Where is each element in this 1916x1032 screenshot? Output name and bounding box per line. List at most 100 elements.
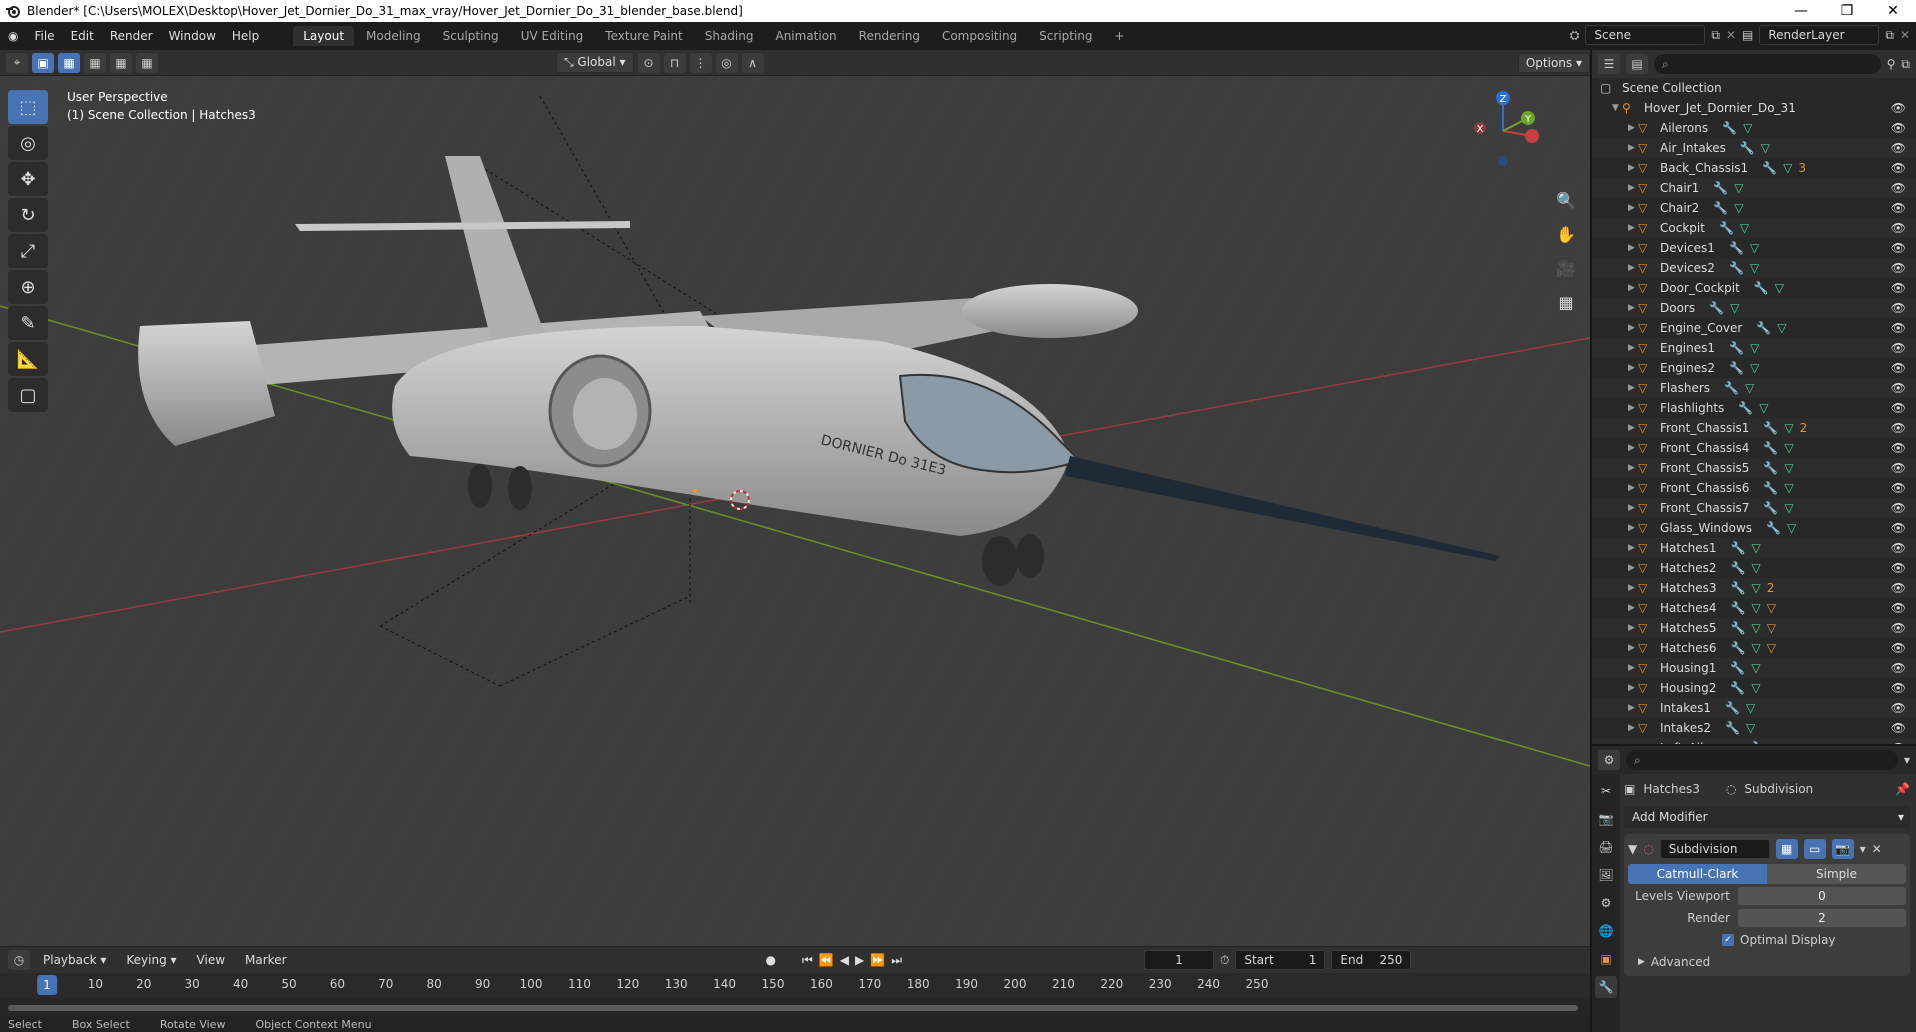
mesh-data-icon[interactable]: ▽ xyxy=(1740,221,1749,235)
render-layer-field[interactable]: RenderLayer xyxy=(1759,25,1880,45)
outliner-item[interactable]: ▶ ▽ Door_Cockpit 🔧 ▽ 👁 xyxy=(1592,278,1916,298)
visibility-eye-icon[interactable]: 👁 xyxy=(1891,121,1906,135)
outliner-item[interactable]: ▶ ▽ Front_Chassis1 🔧 ▽ 2 👁 xyxy=(1592,418,1916,438)
visibility-eye-icon[interactable]: 👁 xyxy=(1891,141,1906,155)
timeline-track[interactable] xyxy=(0,999,1590,1017)
visibility-eye-icon[interactable]: 👁 xyxy=(1891,541,1906,555)
outliner-item[interactable]: ▶ ▽ Front_Chassis4 🔧 ▽ 👁 xyxy=(1592,438,1916,458)
material-count-badge[interactable]: 2 xyxy=(1800,421,1808,435)
mesh-data-icon[interactable]: ▽ xyxy=(1787,521,1796,535)
expand-arrow-icon[interactable]: ▶ xyxy=(1628,283,1638,293)
mesh-data-icon[interactable]: ▽ xyxy=(1750,341,1759,355)
catmull-clark-option[interactable]: Catmull-Clark xyxy=(1628,864,1767,884)
delete-modifier-icon[interactable]: ✕ xyxy=(1872,842,1882,856)
outliner-item[interactable]: ▶ ▽ Air_Intakes 🔧 ▽ 👁 xyxy=(1592,138,1916,158)
expand-arrow-icon[interactable]: ▶ xyxy=(1628,223,1638,233)
expand-arrow-icon[interactable]: ▶ xyxy=(1628,363,1638,373)
advanced-expand-icon[interactable]: ▶ xyxy=(1638,957,1645,967)
mesh-data-icon[interactable]: ▽ xyxy=(1752,581,1761,595)
add-workspace-icon[interactable]: + xyxy=(1105,26,1135,46)
visibility-eye-icon[interactable]: 👁 xyxy=(1891,241,1906,255)
mesh-data-icon[interactable]: ▽ xyxy=(1730,301,1739,315)
visibility-eye-icon[interactable]: 👁 xyxy=(1891,661,1906,675)
modifier-wrench-icon[interactable]: 🔧 xyxy=(1724,381,1739,395)
tab-sculpting[interactable]: Sculpting xyxy=(433,26,509,46)
outliner-item[interactable]: ▶ ▽ Back_Chassis1 🔧 ▽ 3 👁 xyxy=(1592,158,1916,178)
visibility-eye-icon[interactable]: 👁 xyxy=(1891,161,1906,175)
add-modifier-dropdown[interactable]: Add Modifier ▾ xyxy=(1624,806,1910,828)
camera-view-icon[interactable]: 🎥 xyxy=(1552,254,1580,282)
visibility-eye-icon[interactable]: 👁 xyxy=(1891,181,1906,195)
new-collection-icon[interactable]: ⧉ xyxy=(1901,57,1910,72)
editor-type-icon[interactable]: ⌖ xyxy=(6,52,28,73)
collapse-arrow-icon[interactable]: ▼ xyxy=(1628,842,1637,856)
outliner-item[interactable]: ▶ ▽ Hatches4 🔧 ▽ ▽ 👁 xyxy=(1592,598,1916,618)
modifier-wrench-icon[interactable]: 🔧 xyxy=(1763,501,1778,515)
proportional-edit-icon[interactable]: ◎ xyxy=(715,52,738,73)
mesh-data-icon[interactable]: ▽ xyxy=(1784,501,1793,515)
scale-tool-icon[interactable]: ⤢ xyxy=(8,234,48,268)
visibility-eye-icon[interactable]: 👁 xyxy=(1891,221,1906,235)
outliner-item[interactable]: ▶ ▽ Devices2 🔧 ▽ 👁 xyxy=(1592,258,1916,278)
prev-keyframe-icon[interactable]: ⏪ xyxy=(819,953,834,967)
mesh-data-icon[interactable]: ▽ xyxy=(1752,601,1761,615)
properties-search-input[interactable]: ⌕ xyxy=(1626,750,1898,770)
mesh-data-icon[interactable]: ▽ xyxy=(1761,141,1770,155)
expand-arrow-icon[interactable]: ▶ xyxy=(1628,723,1638,733)
zoom-icon[interactable]: 🔍 xyxy=(1552,186,1580,214)
outliner-item[interactable]: ▶ ▽ Chair1 🔧 ▽ 👁 xyxy=(1592,178,1916,198)
outliner-item[interactable]: ▶ ▽ Hatches3 🔧 ▽ 2 👁 xyxy=(1592,578,1916,598)
view-layer-tab-icon[interactable]: 🖼 xyxy=(1595,864,1617,886)
select-box-tool-icon[interactable]: ⬚ xyxy=(8,90,48,124)
expand-arrow-icon[interactable]: ▶ xyxy=(1628,703,1638,713)
modifier-wrench-icon[interactable]: 🔧 xyxy=(1730,681,1745,695)
outliner-item[interactable]: ▶ ▽ Glass_Windows 🔧 ▽ 👁 xyxy=(1592,518,1916,538)
measure-tool-icon[interactable]: 📐 xyxy=(8,342,48,376)
play-icon[interactable]: ▶ xyxy=(855,953,864,967)
pan-hand-icon[interactable]: ✋ xyxy=(1552,220,1580,248)
preview-range-icon[interactable]: ⏱ xyxy=(1220,953,1229,968)
new-scene-icon[interactable]: ⧉ xyxy=(1711,28,1720,43)
visibility-eye-icon[interactable]: 👁 xyxy=(1891,421,1906,435)
display-mode-icon[interactable]: ▤ xyxy=(1626,54,1648,74)
properties-type-icon[interactable]: ⚙ xyxy=(1598,750,1620,770)
close-window-button[interactable]: ✕ xyxy=(1870,3,1916,19)
visibility-eye-icon[interactable]: 👁 xyxy=(1891,201,1906,215)
3d-viewport[interactable]: DORNIER Do 31E3 User Perspective (1) Sce… xyxy=(0,76,1590,946)
visibility-eye-icon[interactable]: 👁 xyxy=(1891,721,1906,735)
blender-menu-icon[interactable]: ◉ xyxy=(0,29,26,43)
expand-arrow-icon[interactable]: ▶ xyxy=(1628,343,1638,353)
outliner-item[interactable]: ▶ ▽ Flashlights 🔧 ▽ 👁 xyxy=(1592,398,1916,418)
visibility-eye-icon[interactable]: 👁 xyxy=(1891,401,1906,415)
start-frame-field[interactable]: Start 1 xyxy=(1235,950,1326,970)
tab-compositing[interactable]: Compositing xyxy=(932,26,1027,46)
modifier-wrench-icon[interactable]: 🔧 xyxy=(1730,661,1745,675)
tab-texture-paint[interactable]: Texture Paint xyxy=(595,26,692,46)
modifier-wrench-icon[interactable]: 🔧 xyxy=(1725,701,1740,715)
modifier-wrench-icon[interactable]: 🔧 xyxy=(1738,401,1753,415)
outliner-item[interactable]: ▶ ▽ Housing2 🔧 ▽ 👁 xyxy=(1592,678,1916,698)
mesh-data-icon[interactable]: ▽ xyxy=(1734,181,1743,195)
edit-mode-toggle-icon[interactable]: ▦ xyxy=(1775,839,1798,859)
cursor-tool-icon[interactable]: ◎ xyxy=(8,126,48,160)
visibility-eye-icon[interactable]: 👁 xyxy=(1891,521,1906,535)
modifier-wrench-icon[interactable]: 🔧 xyxy=(1731,581,1746,595)
scene-field[interactable]: Scene xyxy=(1585,25,1706,45)
tab-animation[interactable]: Animation xyxy=(765,26,846,46)
expand-arrow-icon[interactable]: ▶ xyxy=(1628,423,1638,433)
select-invert-icon[interactable]: ▦ xyxy=(136,52,158,73)
visibility-eye-icon[interactable]: 👁 xyxy=(1891,701,1906,715)
visibility-eye-icon[interactable]: 👁 xyxy=(1891,101,1906,115)
expand-arrow-icon[interactable]: ▶ xyxy=(1628,263,1638,273)
outliner-item[interactable]: ▶ ▽ Chair2 🔧 ▽ 👁 xyxy=(1592,198,1916,218)
filter-icon[interactable]: ⚲ xyxy=(1887,57,1896,71)
visibility-eye-icon[interactable]: 👁 xyxy=(1891,341,1906,355)
mesh-data-icon[interactable]: ▽ xyxy=(1743,121,1752,135)
outliner-item[interactable]: ▶ ▽ Engines2 🔧 ▽ 👁 xyxy=(1592,358,1916,378)
current-frame-field[interactable]: 1 xyxy=(1144,950,1214,970)
mesh-data-icon[interactable]: ▽ xyxy=(1751,681,1760,695)
expand-arrow-icon[interactable]: ▶ xyxy=(1628,503,1638,513)
mesh-data-icon[interactable]: ▽ xyxy=(1751,661,1760,675)
mesh-data-icon[interactable]: ▽ xyxy=(1777,321,1786,335)
end-frame-field[interactable]: End 250 xyxy=(1331,950,1412,970)
